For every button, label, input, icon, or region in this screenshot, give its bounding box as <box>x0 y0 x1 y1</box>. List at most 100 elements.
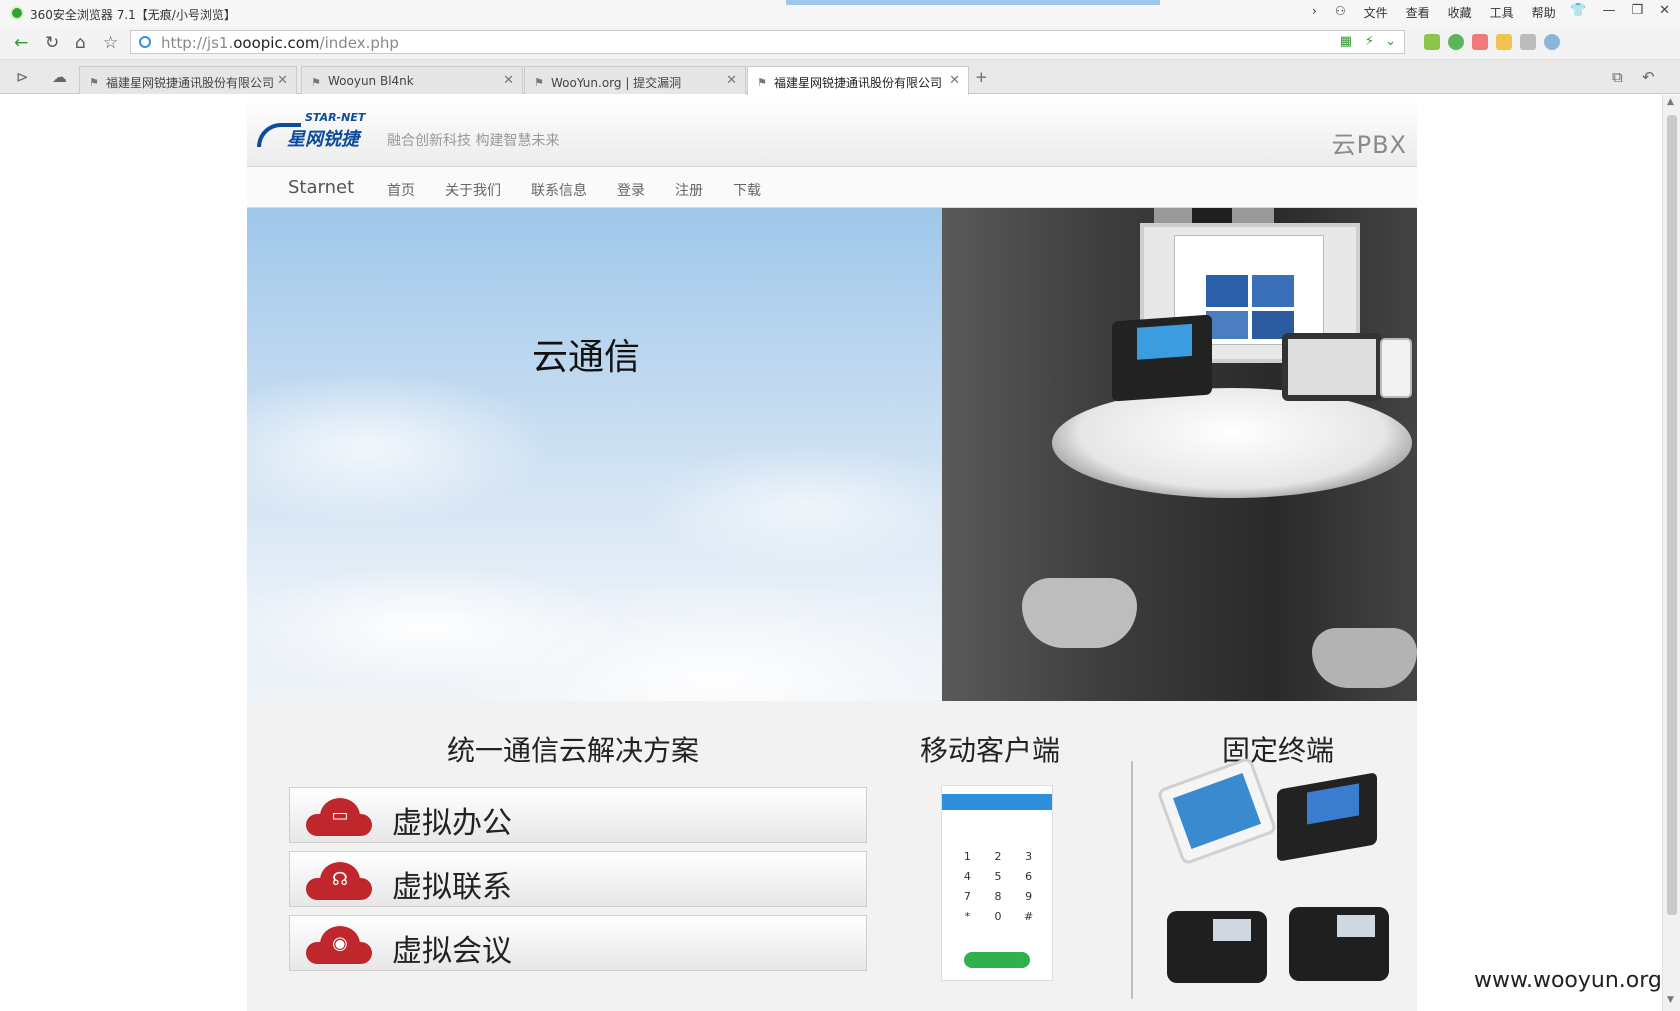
nav-about[interactable]: 关于我们 <box>445 180 501 200</box>
refresh-icon[interactable]: ↻ <box>45 33 59 53</box>
tablet-image <box>1282 333 1382 401</box>
nav-brand[interactable]: Starnet <box>288 177 354 198</box>
starnet-logo[interactable]: STAR-NET 星网锐捷 <box>257 109 375 150</box>
apps-icon[interactable] <box>1424 34 1440 50</box>
tab-close-icon[interactable]: ✕ <box>726 73 737 88</box>
ip-phone-image[interactable] <box>1167 911 1267 983</box>
ip-phone-image[interactable] <box>1289 907 1389 981</box>
android-terminal-image[interactable] <box>1156 756 1278 866</box>
chevron-right-icon[interactable]: › <box>1312 4 1317 21</box>
watermark: www.wooyun.org <box>1474 968 1662 993</box>
tab-strip: ⊳ ☁ ⚑ 福建星网锐捷通讯股份有限公司 ✕ ⚑ Wooyun Bl4nk ✕ … <box>0 60 1680 95</box>
cashback-icon[interactable] <box>1496 34 1512 50</box>
site-header: STAR-NET 星网锐捷 融合创新科技 构建智慧未来 云PBX <box>247 95 1417 167</box>
title-bar: 360安全浏览器 7.1【无痕/小号浏览】 › ⚇ 文件 查看 收藏 工具 帮助… <box>0 0 1680 26</box>
window-controls: 👕 — ❐ ✕ <box>1570 3 1670 18</box>
slogan: 融合创新科技 构建智慧未来 <box>387 133 560 149</box>
solutions-section: 统一通信云解决方案 移动客户端 固定终端 ▭ 虚拟办公 ☊ 虚拟联系 ◉ 虚拟会… <box>247 701 1417 1011</box>
restore-icon[interactable]: ❐ <box>1631 3 1643 18</box>
tab-close-icon[interactable]: ✕ <box>949 73 960 88</box>
nav-register[interactable]: 注册 <box>675 180 703 200</box>
solution-label: 虚拟会议 <box>392 934 512 969</box>
tab-wooyun-submit[interactable]: ⚑ WooYun.org | 提交漏洞 ✕ <box>524 66 746 94</box>
cloud-image <box>1052 388 1412 498</box>
solution-label: 虚拟联系 <box>392 870 512 905</box>
cloud-webcam-icon: ◉ <box>306 924 372 964</box>
speed-mode-icon[interactable]: ⚡ <box>1365 34 1374 49</box>
home-icon[interactable]: ⌂ <box>75 33 86 53</box>
hero-title: 云通信 <box>532 337 641 378</box>
nav-contact[interactable]: 联系信息 <box>531 180 587 200</box>
tab-label: 福建星网锐捷通讯股份有限公司 <box>106 76 275 90</box>
qr-code-icon[interactable]: ▦ <box>1340 34 1352 49</box>
window-thumbnail <box>786 0 1160 5</box>
nav-login[interactable]: 登录 <box>617 180 645 200</box>
back-icon[interactable]: ← <box>14 33 28 53</box>
cloud-sync-icon[interactable]: ☁ <box>52 68 67 86</box>
nav-menu: 首页 关于我们 联系信息 登录 注册 下载 <box>387 180 791 200</box>
logo-text-cn: 星网锐捷 <box>287 129 359 150</box>
menu-file[interactable]: 文件 <box>1364 4 1388 21</box>
video-phone-terminal-image[interactable] <box>1277 772 1377 862</box>
video-phone-image <box>1112 314 1212 402</box>
shield-icon[interactable] <box>1448 34 1464 50</box>
dropdown-icon[interactable]: ⌄ <box>1385 34 1396 49</box>
skin-icon[interactable]: 👕 <box>1570 3 1586 18</box>
translate-icon[interactable] <box>1472 34 1488 50</box>
menu-tools[interactable]: 工具 <box>1490 4 1514 21</box>
nav-home[interactable]: 首页 <box>387 180 415 200</box>
menu-bar: › ⚇ 文件 查看 收藏 工具 帮助 <box>1312 4 1556 21</box>
undo-close-icon[interactable]: ↶ <box>1642 68 1655 86</box>
window-title: 360安全浏览器 7.1【无痕/小号浏览】 <box>30 8 236 22</box>
virtual-meeting-button[interactable]: ◉ 虚拟会议 <box>289 915 867 971</box>
page-viewport: STAR-NET 星网锐捷 融合创新科技 构建智慧未来 云PBX Starnet… <box>0 95 1662 1011</box>
page-icon: ⚑ <box>89 76 99 89</box>
user-icon[interactable]: ⚇ <box>1335 4 1346 21</box>
solution-label: 虚拟办公 <box>392 806 512 841</box>
bookmark-star-icon[interactable]: ☆ <box>103 33 118 53</box>
minimize-icon[interactable]: — <box>1602 3 1615 18</box>
toolbar-extensions <box>1424 34 1560 50</box>
page-icon: ⚑ <box>534 76 544 89</box>
navigation-bar: ← ↻ ⌂ ☆ http://js1.ooopic.com/index.php … <box>0 26 1680 60</box>
menu-help[interactable]: 帮助 <box>1532 4 1556 21</box>
hero-banner: 云通信 <box>247 208 1417 701</box>
call-button <box>964 952 1030 968</box>
site-container: STAR-NET 星网锐捷 融合创新科技 构建智慧未来 云PBX Starnet… <box>247 95 1417 1011</box>
vertical-scrollbar[interactable]: ▲ ▼ <box>1662 95 1680 1011</box>
site-navbar: Starnet 首页 关于我们 联系信息 登录 注册 下载 <box>247 167 1417 208</box>
tab-label: 福建星网锐捷通讯股份有限公司 <box>774 76 943 90</box>
menu-favorites[interactable]: 收藏 <box>1448 4 1472 21</box>
cloud-laptop-icon: ▭ <box>306 796 372 836</box>
scrollbar-thumb[interactable] <box>1667 115 1677 915</box>
new-tab-button[interactable]: + <box>975 68 988 86</box>
section-divider <box>1131 761 1133 999</box>
tab-close-icon[interactable]: ✕ <box>277 73 288 88</box>
right-hand <box>1312 628 1417 688</box>
tab-wooyun-bl4nk[interactable]: ⚑ Wooyun Bl4nk ✕ <box>301 66 523 94</box>
hero-businessman-image <box>942 208 1417 701</box>
cloud-pbx-mark: 云PBX <box>1331 131 1407 159</box>
menu-view[interactable]: 查看 <box>1406 4 1430 21</box>
virtual-contact-button[interactable]: ☊ 虚拟联系 <box>289 851 867 907</box>
scroll-up-icon[interactable]: ▲ <box>1667 97 1674 107</box>
address-bar[interactable]: http://js1.ooopic.com/index.php ▦ ⚡ ⌄ <box>130 30 1405 54</box>
logo-text-en: STAR-NET <box>305 111 366 124</box>
tab-starnet-active[interactable]: ⚑ 福建星网锐捷通讯股份有限公司 ✕ <box>747 66 969 95</box>
screenshot-icon[interactable] <box>1520 34 1536 50</box>
nav-download[interactable]: 下载 <box>733 180 761 200</box>
tab-close-icon[interactable]: ✕ <box>503 73 514 88</box>
mobile-client-screenshot[interactable]: 1 2 3 4 5 6 7 8 9 * 0 # <box>941 785 1053 981</box>
mobile-client-title: 移动客户端 <box>920 734 1061 767</box>
search-icon[interactable] <box>1544 34 1560 50</box>
page-icon: ⚑ <box>311 76 321 89</box>
virtual-office-button[interactable]: ▭ 虚拟办公 <box>289 787 867 843</box>
close-icon[interactable]: ✕ <box>1659 3 1670 18</box>
tab-list-icon[interactable]: ⧉ <box>1612 68 1623 86</box>
solutions-title: 统一通信云解决方案 <box>447 734 700 767</box>
sidebar-toggle-icon[interactable]: ⊳ <box>16 68 29 86</box>
tab-starnet-1[interactable]: ⚑ 福建星网锐捷通讯股份有限公司 ✕ <box>79 66 297 94</box>
scroll-down-icon[interactable]: ▼ <box>1667 995 1674 1005</box>
tab-label: WooYun.org | 提交漏洞 <box>551 76 682 90</box>
address-url[interactable]: http://js1.ooopic.com/index.php <box>161 34 399 52</box>
